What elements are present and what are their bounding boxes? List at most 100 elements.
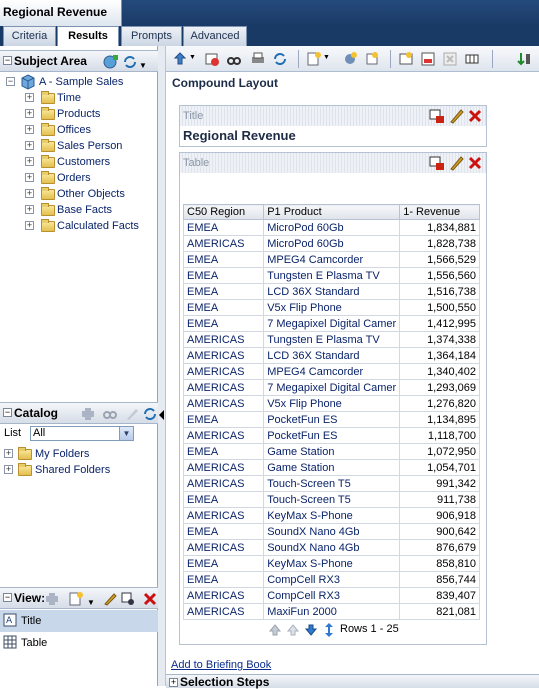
subject-folder[interactable]: + Customers [0,154,158,170]
settings-icon[interactable] [342,51,358,67]
print-icon[interactable] [250,51,266,67]
new-item-icon[interactable] [364,51,380,67]
subject-folder[interactable]: + Orders [0,170,158,186]
product-cell[interactable]: MicroPod 60Gb [263,219,401,236]
previous-page-icon[interactable] [285,622,301,638]
region-cell[interactable]: AMERICAS [182,587,265,604]
expand-icon[interactable]: + [25,141,34,150]
search-icon[interactable] [102,406,118,422]
expand-icon[interactable]: + [25,157,34,166]
add-subject-area-icon[interactable] [103,54,119,70]
subject-folder[interactable]: + Calculated Facts [0,218,158,234]
subject-area-root[interactable]: − A - Sample Sales [0,74,158,90]
first-page-icon[interactable] [267,622,283,638]
columns-icon[interactable] [464,51,480,67]
region-cell[interactable]: EMEA [182,299,265,316]
expand-icon[interactable]: + [25,205,34,214]
add-icon[interactable] [80,406,96,422]
chevron-down-icon[interactable]: ▼ [189,54,196,61]
delete-icon[interactable] [467,155,483,171]
report-icon[interactable] [420,51,436,67]
region-cell[interactable]: EMEA [182,219,265,236]
product-cell[interactable]: MPEG4 Camcorder [263,251,401,268]
product-cell[interactable]: SoundX Nano 4Gb [263,539,401,556]
expand-icon[interactable]: + [25,173,34,182]
next-page-icon[interactable] [303,622,319,638]
tab-prompts[interactable]: Prompts [121,26,182,46]
expand-icon[interactable]: + [25,109,34,118]
product-cell[interactable]: KeyMax S-Phone [263,555,401,572]
region-cell[interactable]: EMEA [182,555,265,572]
sort-icon[interactable] [516,51,532,67]
region-cell[interactable]: EMEA [182,443,265,460]
subject-folder[interactable]: + Sales Person [0,138,158,154]
expand-icon[interactable]: + [25,189,34,198]
catalog-folder[interactable]: + Shared Folders [0,462,158,478]
refresh-icon[interactable] [122,54,138,70]
subject-folder[interactable]: + Other Objects [0,186,158,202]
product-cell[interactable]: CompCell RX3 [263,587,401,604]
tab-criteria[interactable]: Criteria [3,26,56,46]
region-cell[interactable]: AMERICAS [182,363,265,380]
edit-icon[interactable] [448,155,464,171]
product-cell[interactable]: MPEG4 Camcorder [263,363,401,380]
region-cell[interactable]: AMERICAS [182,331,265,348]
expand-icon[interactable]: + [25,125,34,134]
refresh-icon[interactable] [272,51,288,67]
product-cell[interactable]: KeyMax S-Phone [263,507,401,524]
product-cell[interactable]: MaxiFun 2000 [263,603,401,620]
region-cell[interactable]: EMEA [182,251,265,268]
region-cell[interactable]: EMEA [182,411,265,428]
column-header[interactable]: C50 Region [182,204,265,220]
format-icon[interactable] [429,108,445,124]
subject-folder[interactable]: + Time [0,90,158,106]
edit-icon[interactable] [448,108,464,124]
view-item-table[interactable]: Table [0,632,158,654]
column-header[interactable]: P1 Product [263,204,401,220]
region-cell[interactable]: AMERICAS [182,603,265,620]
collapse-arrow-icon[interactable] [159,410,164,420]
edit-criteria-icon[interactable] [398,51,414,67]
tab-results[interactable]: Results [57,26,119,47]
tab-advanced[interactable]: Advanced [183,26,247,46]
product-cell[interactable]: 7 Megapixel Digital Camer [263,379,401,396]
region-cell[interactable]: EMEA [182,523,265,540]
product-cell[interactable]: Touch-Screen T5 [263,475,401,492]
region-cell[interactable]: EMEA [182,315,265,332]
remove-icon[interactable] [442,51,458,67]
expand-icon[interactable]: + [25,93,34,102]
region-cell[interactable]: EMEA [182,571,265,588]
edit-icon[interactable] [102,591,118,607]
catalog-list-select[interactable]: All ▼ [30,426,134,441]
product-cell[interactable]: V5x Flip Phone [263,299,401,316]
add-view-icon[interactable] [44,591,60,607]
expand-icon[interactable]: + [25,221,34,230]
region-cell[interactable]: AMERICAS [182,395,265,412]
region-cell[interactable]: EMEA [182,283,265,300]
collapse-icon[interactable]: − [3,593,12,602]
region-cell[interactable]: EMEA [182,267,265,284]
subject-folder[interactable]: + Products [0,106,158,122]
catalog-folder[interactable]: + My Folders [0,446,158,462]
view-item-title[interactable]: A Title [0,610,158,632]
subject-folder[interactable]: + Offices [0,122,158,138]
delete-icon[interactable] [467,108,483,124]
subject-folder[interactable]: + Base Facts [0,202,158,218]
region-cell[interactable]: AMERICAS [182,475,265,492]
region-cell[interactable]: AMERICAS [182,459,265,476]
collapse-icon[interactable]: − [3,56,12,65]
product-cell[interactable]: PocketFun ES [263,411,401,428]
product-cell[interactable]: PocketFun ES [263,427,401,444]
new-view-icon[interactable] [68,591,84,607]
region-cell[interactable]: AMERICAS [182,507,265,524]
refresh-icon[interactable] [142,406,158,422]
chevron-down-icon[interactable]: ▼ [323,54,330,61]
product-cell[interactable]: CompCell RX3 [263,571,401,588]
collapse-icon[interactable]: − [3,408,12,417]
product-cell[interactable]: LCD 36X Standard [263,283,401,300]
panel-splitter[interactable] [158,46,166,686]
product-cell[interactable]: SoundX Nano 4Gb [263,523,401,540]
region-cell[interactable]: AMERICAS [182,539,265,556]
product-cell[interactable]: LCD 36X Standard [263,347,401,364]
product-cell[interactable]: 7 Megapixel Digital Camer [263,315,401,332]
